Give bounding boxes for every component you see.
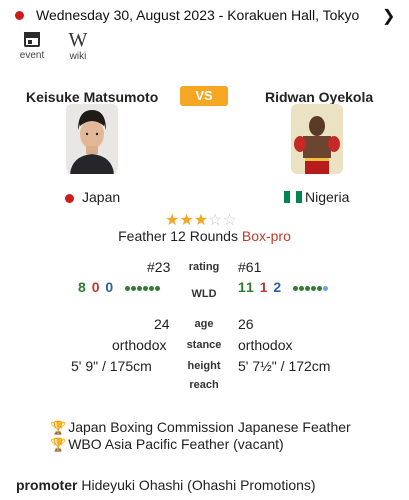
form-win-pip <box>143 285 149 291</box>
left-stance: orthodox <box>112 337 167 353</box>
left-fighter-name[interactable]: Keisuke Matsumoto <box>26 89 158 105</box>
form-win-pip <box>293 285 299 291</box>
rating-label: rating <box>188 261 220 273</box>
reach-label: reach <box>189 379 219 391</box>
star-filled-icon: ★ <box>193 212 209 229</box>
status-dot <box>15 11 24 20</box>
vs-badge: VS <box>180 86 228 106</box>
height-label: height <box>187 360 221 372</box>
form-win-pip <box>317 285 323 291</box>
calendar-icon <box>24 32 40 47</box>
form-win-pip <box>155 285 161 291</box>
title-item[interactable]: 🏆 Japan Boxing Commission Japanese Feathe… <box>50 419 351 436</box>
right-wins: 11 <box>238 279 255 295</box>
right-losses: 1 <box>259 279 269 295</box>
left-wins: 8 <box>78 279 87 295</box>
bout-rating-stars: ★★★☆☆ <box>165 210 237 230</box>
bout-info: Feather 12 Rounds Box-pro <box>0 228 409 244</box>
titles-list: 🏆 Japan Boxing Commission Japanese Feathe… <box>50 419 351 453</box>
event-header[interactable]: Wednesday 30, August 2023 - Korakuen Hal… <box>0 0 409 32</box>
left-rating: #23 <box>147 259 171 275</box>
event-link[interactable]: event <box>14 32 50 61</box>
japan-flag-icon <box>65 194 74 203</box>
star-filled-icon: ★ <box>179 212 194 229</box>
nigeria-flag-icon <box>284 191 302 203</box>
stance-label: stance <box>186 339 222 351</box>
right-form-pips <box>293 285 329 291</box>
left-draws: 0 <box>105 279 115 295</box>
promoter-label: promoter <box>16 477 78 493</box>
wld-label: WLD <box>191 288 217 300</box>
left-form-pips <box>125 285 161 291</box>
right-height: 5' 7½" / 172cm <box>238 358 331 374</box>
star-empty-icon: ☆ <box>208 212 223 229</box>
form-draw-pip <box>323 285 329 291</box>
form-win-pip <box>125 285 131 291</box>
right-age: 26 <box>238 316 254 332</box>
bout-type: Box-pro <box>241 228 291 244</box>
right-stance: orthodox <box>238 337 293 353</box>
right-fighter-name[interactable]: Ridwan Oyekola <box>265 89 373 105</box>
chevron-right-icon[interactable]: ❯ <box>382 6 395 26</box>
age-label: age <box>194 318 214 330</box>
event-link-label: event <box>19 50 45 61</box>
trophy-icon: 🏆 <box>50 420 67 435</box>
star-filled-icon: ★ <box>165 212 180 229</box>
form-win-pip <box>137 285 143 291</box>
form-win-pip <box>305 285 311 291</box>
wiki-link-label: wiki <box>69 51 87 62</box>
right-portrait <box>291 104 343 174</box>
wiki-link[interactable]: W wiki <box>60 30 96 62</box>
title-item-label: WBO Asia Pacific Feather (vacant) <box>68 436 284 452</box>
wikipedia-icon: W <box>68 29 88 51</box>
left-age: 24 <box>154 316 170 332</box>
right-fighter-country: Nigeria <box>305 189 350 205</box>
left-losses: 0 <box>91 279 101 295</box>
right-record: 11 1 2 <box>238 279 329 295</box>
left-fighter-photo[interactable] <box>66 104 118 174</box>
bout-division-rounds: Feather 12 Rounds <box>118 228 238 244</box>
title-item[interactable]: 🏆 WBO Asia Pacific Feather (vacant) <box>50 436 351 453</box>
trophy-icon: 🏆 <box>50 437 67 452</box>
right-rating: #61 <box>238 259 262 275</box>
left-portrait <box>66 104 118 174</box>
form-win-pip <box>149 285 155 291</box>
title-item-label: Japan Boxing Commission Japanese Feather <box>68 419 351 435</box>
left-height: 5' 9" / 175cm <box>71 358 152 374</box>
star-empty-icon: ☆ <box>222 212 237 229</box>
event-date-venue: Wednesday 30, August 2023 - Korakuen Hal… <box>36 7 360 23</box>
form-win-pip <box>131 285 137 291</box>
right-draws: 2 <box>273 279 283 295</box>
form-win-pip <box>299 285 305 291</box>
left-record: 8 0 0 <box>78 279 161 295</box>
promoter-value[interactable]: Hideyuki Ohashi (Ohashi Promotions) <box>81 477 315 493</box>
form-win-pip <box>311 285 317 291</box>
left-fighter-country: Japan <box>82 189 121 205</box>
right-fighter-photo[interactable] <box>291 104 343 174</box>
promoter-row: promoter Hideyuki Ohashi (Ohashi Promoti… <box>16 477 316 493</box>
